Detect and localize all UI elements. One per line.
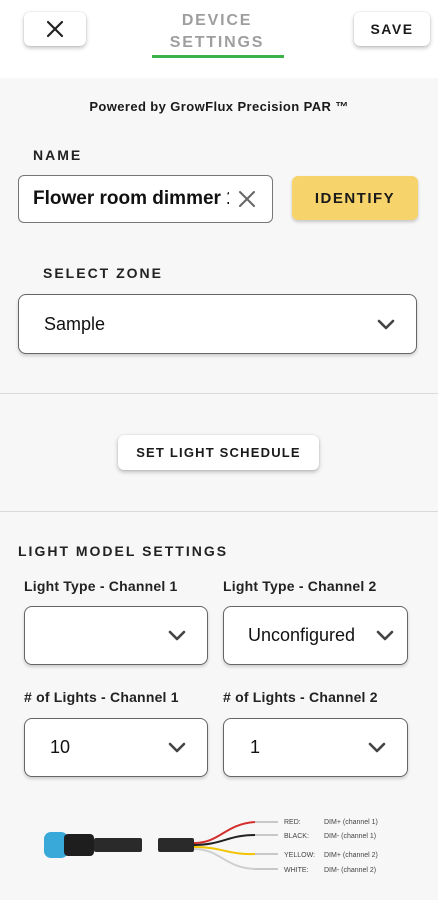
wire-yellow-color-label: YELLOW: [284,852,315,859]
lights-count-ch1-label: # of Lights - Channel 1 [24,689,179,705]
cable-sleeve [158,838,194,852]
light-type-ch1-label: Light Type - Channel 1 [24,578,178,594]
light-type-ch1-select[interactable] [24,606,208,665]
page-title-line1: DEVICE [181,12,253,29]
wire-black-color-label: BLACK: [284,833,309,840]
wire-white [193,848,256,870]
chevron-down-icon [377,319,395,330]
powered-by-text: Powered by GrowFlux Precision PAR ™ [89,99,349,114]
save-button[interactable]: SAVE [354,12,430,46]
wire-white-signal-label: DIM- (channel 2) [324,867,376,874]
close-button[interactable] [24,12,86,46]
connector-neck [94,838,142,852]
wire-red-signal-label: DIM+ (channel 1) [324,819,378,826]
connector-body [64,834,94,856]
lights-count-ch2-select[interactable]: 1 [223,718,408,777]
wire-white-color-label: WHITE: [284,867,309,874]
page-title: DEVICE SETTINGS [150,10,284,54]
light-type-ch2-select[interactable]: Unconfigured [223,606,408,665]
name-label: NAME [33,147,83,163]
page-title-line2: SETTINGS [169,34,265,51]
wire-black-signal-label: DIM- (channel 1) [324,833,376,840]
name-input-value: Flower room dimmer 1 [33,188,229,209]
wire-black [193,834,256,846]
lights-count-ch2-label: # of Lights - Channel 2 [223,689,378,705]
wire-yellow-signal-label: DIM+ (channel 2) [324,852,378,859]
title-underline [152,55,284,58]
chevron-down-icon [168,742,186,753]
wire-red-color-label: RED: [284,819,301,826]
identify-button[interactable]: IDENTIFY [292,176,418,220]
wiring-diagram: RED: DIM+ (channel 1) BLACK: DIM- (chann… [44,819,378,874]
close-icon [46,20,64,38]
set-light-schedule-button[interactable]: SET LIGHT SCHEDULE [118,435,319,470]
clear-icon[interactable] [236,188,258,210]
lights-count-ch1-select[interactable]: 10 [24,718,208,777]
divider [0,511,438,512]
zone-select-value: Sample [44,313,106,334]
divider [0,393,438,394]
light-model-heading: LIGHT MODEL SETTINGS [18,543,229,559]
lights-count-ch1-value: 10 [50,737,71,757]
lights-count-ch2-value: 1 [250,737,261,757]
chevron-down-icon [168,630,186,641]
chevron-down-icon [376,630,394,641]
select-zone-label: SELECT ZONE [43,265,164,281]
chevron-down-icon [368,742,386,753]
zone-select[interactable]: Sample [18,294,417,354]
wire-tails [255,821,278,870]
light-type-ch2-label: Light Type - Channel 2 [223,578,377,594]
name-input[interactable]: Flower room dimmer 1 [18,175,273,223]
light-type-ch2-value: Unconfigured [248,625,356,645]
